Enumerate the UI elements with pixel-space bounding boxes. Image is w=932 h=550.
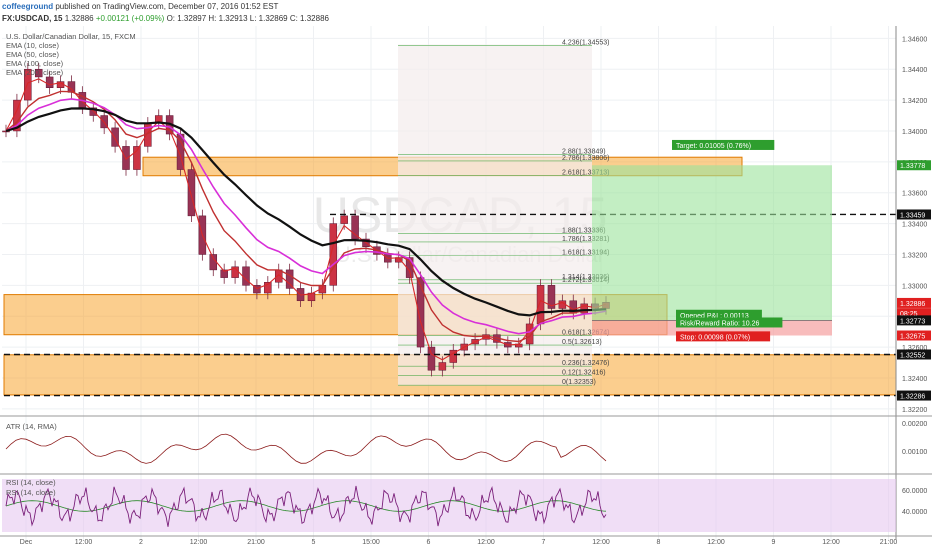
price-axis-tag: 1.33459 (900, 212, 925, 219)
atr-tick-label: 0.00100 (902, 449, 927, 456)
price-axis-tag: 1.32773 (900, 318, 925, 325)
rsi-label-2: RSI (14, close) (6, 488, 56, 497)
fib-level-label: 0(1.32353) (562, 379, 596, 386)
symbol-label: FX:USDCAD, 15 (2, 14, 63, 23)
legend-ema200[interactable]: EMA (200, close) (6, 68, 136, 77)
ohlc-open: O: 1.32897 (166, 14, 207, 23)
price-tick-label: 1.34600 (902, 36, 927, 43)
price-tick-label: 1.34200 (902, 98, 927, 105)
price-tick-label: 1.33600 (902, 191, 927, 198)
candle-body (351, 215, 359, 240)
stop-label: Stop: 0.00098 (0.07%) (680, 334, 750, 341)
price-axis-tag: 1.32286 (900, 394, 925, 401)
time-tick-label: 12:00 (707, 539, 725, 546)
price-tick-label: 1.32200 (902, 407, 927, 414)
candle-body (438, 362, 447, 371)
price-tick-label: 1.32400 (902, 376, 927, 383)
ohlc-bar: FX:USDCAD, 15 1.32886 +0.00121 (+0.09%) … (2, 14, 329, 23)
atr-line (5, 433, 607, 464)
time-tick-label: 12:00 (477, 539, 495, 546)
fib-level-label: 0.236(1.32476) (562, 360, 609, 367)
time-tick-label: 5 (312, 539, 316, 546)
time-tick-label: 15:00 (362, 539, 380, 546)
candle-body (45, 76, 54, 88)
candle-body (427, 346, 436, 371)
time-tick-label: 12:00 (592, 539, 610, 546)
last-price: 1.32886 (64, 14, 94, 23)
time-tick-label: 12:00 (75, 539, 93, 546)
time-tick-label: 7 (542, 539, 546, 546)
price-axis-tag: 1.33778 (900, 163, 925, 170)
time-tick-label: 12:00 (822, 539, 840, 546)
rsi-tick-label: 40.0000 (902, 509, 927, 516)
publish-info: published on TradingView.com, December 0… (55, 2, 279, 11)
price-axis-tag: 1.32886 (900, 301, 925, 308)
legend-ema100[interactable]: EMA (100, close) (6, 59, 136, 68)
ohlc-high: H: 1.32913 (208, 14, 248, 23)
candle-body (340, 215, 348, 224)
legend-ema10[interactable]: EMA (10, close) (6, 41, 136, 50)
fib-level-label: 0.5(1.32613) (562, 339, 602, 346)
fib-level-label: 2.786(1.33806) (562, 155, 609, 162)
price-change: +0.00121 (+0.09%) (95, 14, 165, 23)
target-area (592, 165, 832, 321)
candle-body (187, 169, 196, 217)
time-tick-label: 6 (427, 539, 431, 546)
candle-body (209, 254, 218, 271)
author-name[interactable]: coffeeground (2, 2, 53, 11)
fib-level-label: 4.236(1.34553) (562, 40, 609, 47)
rsi-label[interactable]: RSI (14, close) (6, 478, 56, 487)
candle-body (67, 81, 76, 93)
rr-label: Risk/Reward Ratio: 10.26 (680, 320, 759, 327)
fib-level-label: 0.12(1.32416) (562, 369, 606, 376)
publish-header: coffeeground published on TradingView.co… (2, 2, 278, 11)
candle-body (536, 285, 545, 325)
indicator-legend: U.S. Dollar/Canadian Dollar, 15, FXCM EM… (6, 32, 136, 77)
price-tick-label: 1.33400 (902, 222, 927, 229)
chart-canvas[interactable]: USDCAD, 15U.S. Dollar/Canadian Dollar 4.… (0, 0, 932, 550)
price-tick-label: 1.34400 (902, 67, 927, 74)
target-label: Target: 0.01005 (0.76%) (676, 143, 751, 150)
price-tick-label: 1.33200 (902, 252, 927, 259)
ohlc-low: L: 1.32869 (249, 14, 288, 23)
candle-body (242, 266, 250, 286)
ohlc-close: C: 1.32886 (289, 14, 329, 23)
time-tick-label: 21:00 (880, 539, 898, 546)
atr-tick-label: 0.00200 (902, 421, 927, 428)
time-tick-label: 8 (657, 539, 661, 546)
price-tick-label: 1.33000 (902, 283, 927, 290)
time-tick-label: 2 (139, 539, 143, 546)
time-tick-label: Dec (20, 539, 33, 546)
price-tick-label: 1.34000 (902, 129, 927, 136)
time-tick-label: 21:00 (247, 539, 265, 546)
legend-ema50[interactable]: EMA (50, close) (6, 50, 136, 59)
price-axis-tag: 1.32675 (900, 334, 925, 341)
chart-title: U.S. Dollar/Canadian Dollar, 15, FXCM (6, 32, 136, 41)
rsi-tick-label: 60.0000 (902, 488, 927, 495)
price-axis-tag: 1.32552 (900, 352, 925, 359)
atr-label[interactable]: ATR (14, RMA) (6, 422, 57, 431)
time-tick-label: 12:00 (190, 539, 208, 546)
time-tick-label: 9 (772, 539, 776, 546)
